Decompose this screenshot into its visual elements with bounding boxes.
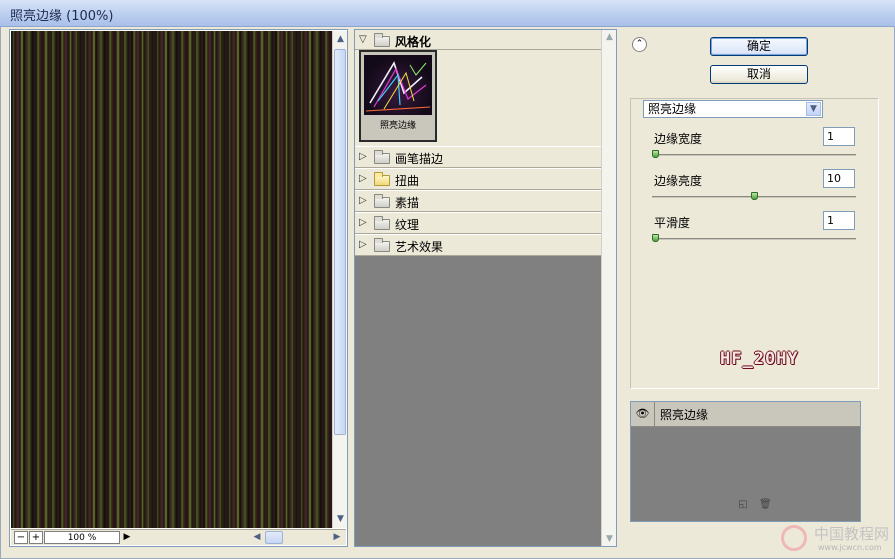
watermark-logo-icon (781, 525, 807, 551)
param-label-edge-brightness: 边缘亮度 (654, 174, 703, 188)
eye-icon[interactable]: 👁 (631, 402, 655, 426)
scroll-thumb[interactable] (334, 49, 346, 435)
category-distort[interactable]: ▷ 扭曲 (355, 168, 603, 190)
folder-icon (374, 216, 390, 230)
preview-vertical-scrollbar[interactable]: ▲ ▼ (332, 31, 347, 528)
category-label: 风格化 (395, 35, 432, 49)
category-texture[interactable]: ▷ 纹理 (355, 212, 603, 234)
zoom-in-button[interactable]: + (29, 531, 43, 544)
preview-image[interactable] (11, 31, 332, 528)
folder-icon (374, 150, 390, 164)
category-label: 素描 (395, 196, 420, 210)
filter-gallery: ▽ 风格化 照亮边缘 ▷ 画笔描边 ▷ 扭曲 ▷ 素描 ▷ 纹理 ▷ 艺术效果 … (354, 29, 617, 547)
glowing-edges-thumbnail (364, 55, 432, 115)
new-effect-layer-icon[interactable]: ◱ (737, 499, 749, 511)
category-sketch[interactable]: ▷ 素描 (355, 190, 603, 212)
folder-icon (374, 172, 390, 186)
effect-layer-row[interactable]: 👁 照亮边缘 (631, 402, 860, 427)
horizontal-scroll-thumb[interactable] (265, 531, 283, 544)
window-title: 照亮边缘 (100%) (10, 9, 114, 24)
watermark-url: www.jcwcn.com (818, 543, 882, 552)
trash-icon[interactable]: 🗑 (759, 499, 772, 511)
zoom-bar: − + 100 % ▶ ◀ ▶ (11, 529, 346, 545)
filter-thumb-glowing-edges[interactable]: 照亮边缘 (359, 50, 437, 142)
category-stylize[interactable]: ▽ 风格化 (355, 30, 603, 50)
slider-knob[interactable] (751, 192, 758, 200)
edge-width-input[interactable]: 1 (823, 127, 855, 146)
author-logo: HF_20HY (720, 349, 799, 369)
cancel-button[interactable]: 取消 (710, 65, 808, 84)
category-brush-strokes[interactable]: ▷ 画笔描边 (355, 146, 603, 168)
scroll-down-icon[interactable]: ▼ (333, 512, 348, 527)
chevron-down-icon[interactable]: ▼ (806, 102, 821, 116)
param-label-smoothness: 平滑度 (654, 216, 691, 230)
gallery-scrollbar[interactable]: ▲ ▼ (601, 30, 616, 546)
scroll-up-icon[interactable]: ▲ (333, 32, 348, 47)
smoothness-input[interactable]: 1 (823, 211, 855, 230)
scroll-right-icon[interactable]: ▶ (331, 531, 343, 544)
collapsed-triangle-icon[interactable]: ▷ (359, 217, 367, 228)
zoom-out-button[interactable]: − (14, 531, 28, 544)
folder-icon (374, 194, 390, 208)
folder-icon (374, 238, 390, 252)
folder-open-icon (374, 33, 390, 47)
scroll-left-icon[interactable]: ◀ (251, 531, 263, 544)
filter-thumbnails: 照亮边缘 (355, 50, 603, 146)
category-label: 艺术效果 (395, 240, 444, 254)
category-label: 纹理 (395, 218, 420, 232)
scroll-up-icon[interactable]: ▲ (602, 32, 617, 42)
category-label: 画笔描边 (395, 152, 444, 166)
title-bar: 照亮边缘 (100%) (0, 0, 895, 27)
filter-thumb-label: 照亮边缘 (379, 121, 416, 131)
smoothness-slider[interactable] (652, 234, 856, 242)
effect-layer-name: 照亮边缘 (660, 408, 709, 422)
slider-knob[interactable] (652, 234, 659, 242)
category-label: 扭曲 (395, 174, 420, 188)
collapsed-triangle-icon[interactable]: ▷ (359, 195, 367, 206)
zoom-value[interactable]: 100 % (44, 531, 120, 544)
slider-knob[interactable] (652, 150, 659, 158)
preview-panel: ▲ ▼ − + 100 % ▶ ◀ ▶ (9, 29, 348, 547)
scroll-down-icon[interactable]: ▼ (602, 534, 617, 544)
edge-brightness-slider[interactable] (652, 192, 856, 200)
collapsed-triangle-icon[interactable]: ▷ (359, 173, 367, 184)
zoom-menu-arrow-icon[interactable]: ▶ (121, 531, 133, 544)
category-artistic[interactable]: ▷ 艺术效果 (355, 234, 603, 256)
collapse-gallery-icon[interactable]: ⌃ (632, 37, 647, 52)
param-label-edge-width: 边缘宽度 (654, 132, 703, 146)
collapsed-triangle-icon[interactable]: ▷ (359, 239, 367, 250)
collapsed-triangle-icon[interactable]: ▷ (359, 151, 367, 162)
edge-brightness-input[interactable]: 10 (823, 169, 855, 188)
edge-width-slider[interactable] (652, 150, 856, 158)
watermark-text: 中国教程网 (814, 525, 890, 543)
settings-panel: ⌃ 确定 取消 照亮边缘 ▼ 边缘宽度 1 边缘亮度 10 平滑度 1 HF_2… (624, 29, 886, 547)
expanded-triangle-icon[interactable]: ▽ (359, 34, 367, 45)
filter-select[interactable]: 照亮边缘 ▼ (643, 100, 823, 118)
filter-select-value: 照亮边缘 (648, 102, 697, 116)
ok-button[interactable]: 确定 (710, 37, 808, 56)
